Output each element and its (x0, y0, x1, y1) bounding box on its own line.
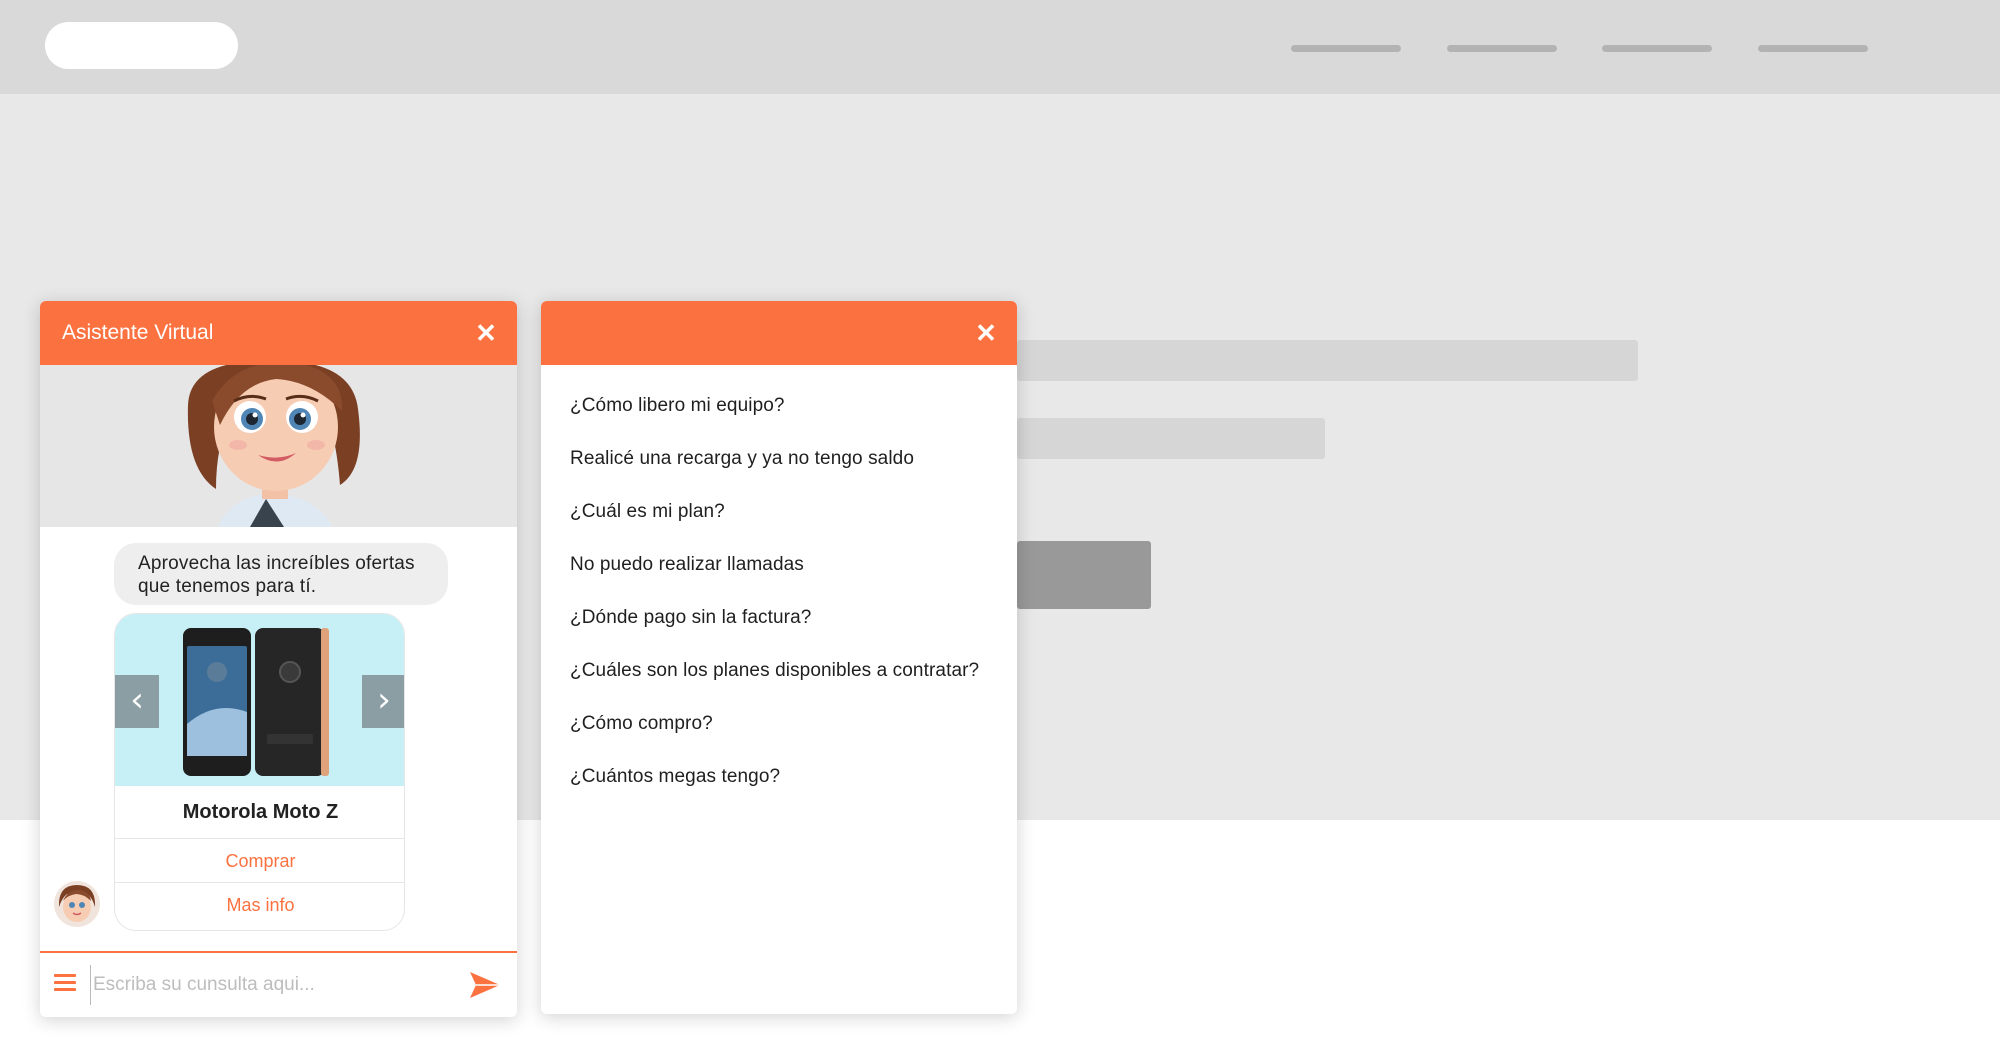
faq-item[interactable]: ¿Dónde pago sin la factura? (570, 603, 1000, 656)
carousel-prev-button[interactable]: ‹ (115, 675, 159, 728)
product-card: ‹ › Motorola Moto Z Comprar Mas info (114, 613, 405, 931)
faq-item[interactable]: No puedo realizar llamadas (570, 550, 1000, 603)
product-name: Motorola Moto Z (182, 801, 339, 823)
carousel-next-button[interactable]: › (362, 675, 404, 728)
faq-panel: ✕ ¿Cómo libero mi equipo? Realicé una re… (541, 301, 1017, 1014)
chat-header: Asistente Virtual ✕ (40, 301, 517, 365)
hero-title-placeholder (1017, 340, 1638, 381)
faq-item[interactable]: Realicé una recarga y ya no tengo saldo (570, 444, 1000, 497)
assistant-avatar-image (187, 365, 360, 527)
nav-link-placeholder-1[interactable] (1291, 45, 1401, 52)
close-icon[interactable]: ✕ (971, 318, 1001, 348)
site-header (0, 0, 2000, 94)
close-icon[interactable]: ✕ (471, 318, 501, 348)
site-logo-placeholder[interactable] (45, 22, 238, 69)
nav-link-placeholder-3[interactable] (1602, 45, 1712, 52)
chat-title: Asistente Virtual (62, 321, 214, 344)
hamburger-menu-icon[interactable] (54, 974, 76, 996)
assistant-message-bubble: Aprovecha las increíbles ofertas que ten… (114, 543, 448, 605)
faq-list: ¿Cómo libero mi equipo? Realicé una reca… (570, 391, 1000, 815)
avatar-icon (58, 885, 96, 922)
assistant-avatar-banner (40, 365, 517, 527)
faq-item[interactable]: ¿Cuáles son los planes disponibles a con… (570, 656, 1000, 709)
assistant-small-avatar (54, 881, 100, 927)
chat-window: Asistente Virtual ✕ Aprovecha las increí… (40, 301, 517, 1017)
nav-link-placeholder-4[interactable] (1758, 45, 1868, 52)
chevron-left-icon: ‹ (130, 680, 144, 720)
faq-header: ✕ (541, 301, 1017, 365)
send-icon[interactable] (468, 970, 502, 1000)
faq-item[interactable]: ¿Cómo libero mi equipo? (570, 391, 1000, 444)
faq-item[interactable]: ¿Cuál es mi plan? (570, 497, 1000, 550)
hero-subtitle-placeholder (1017, 418, 1325, 459)
faq-item[interactable]: ¿Cómo compro? (570, 709, 1000, 762)
product-image-area: ‹ › (115, 614, 404, 786)
buy-button[interactable]: Comprar (115, 838, 404, 882)
faq-item[interactable]: ¿Cuántos megas tengo? (570, 762, 1000, 815)
nav-link-placeholder-2[interactable] (1447, 45, 1557, 52)
more-info-button[interactable]: Mas info (115, 882, 404, 926)
chat-input-bar (40, 951, 517, 1017)
hero-button-placeholder[interactable] (1017, 541, 1151, 609)
chevron-right-icon: › (377, 680, 391, 720)
chat-message-input[interactable] (90, 965, 460, 1005)
